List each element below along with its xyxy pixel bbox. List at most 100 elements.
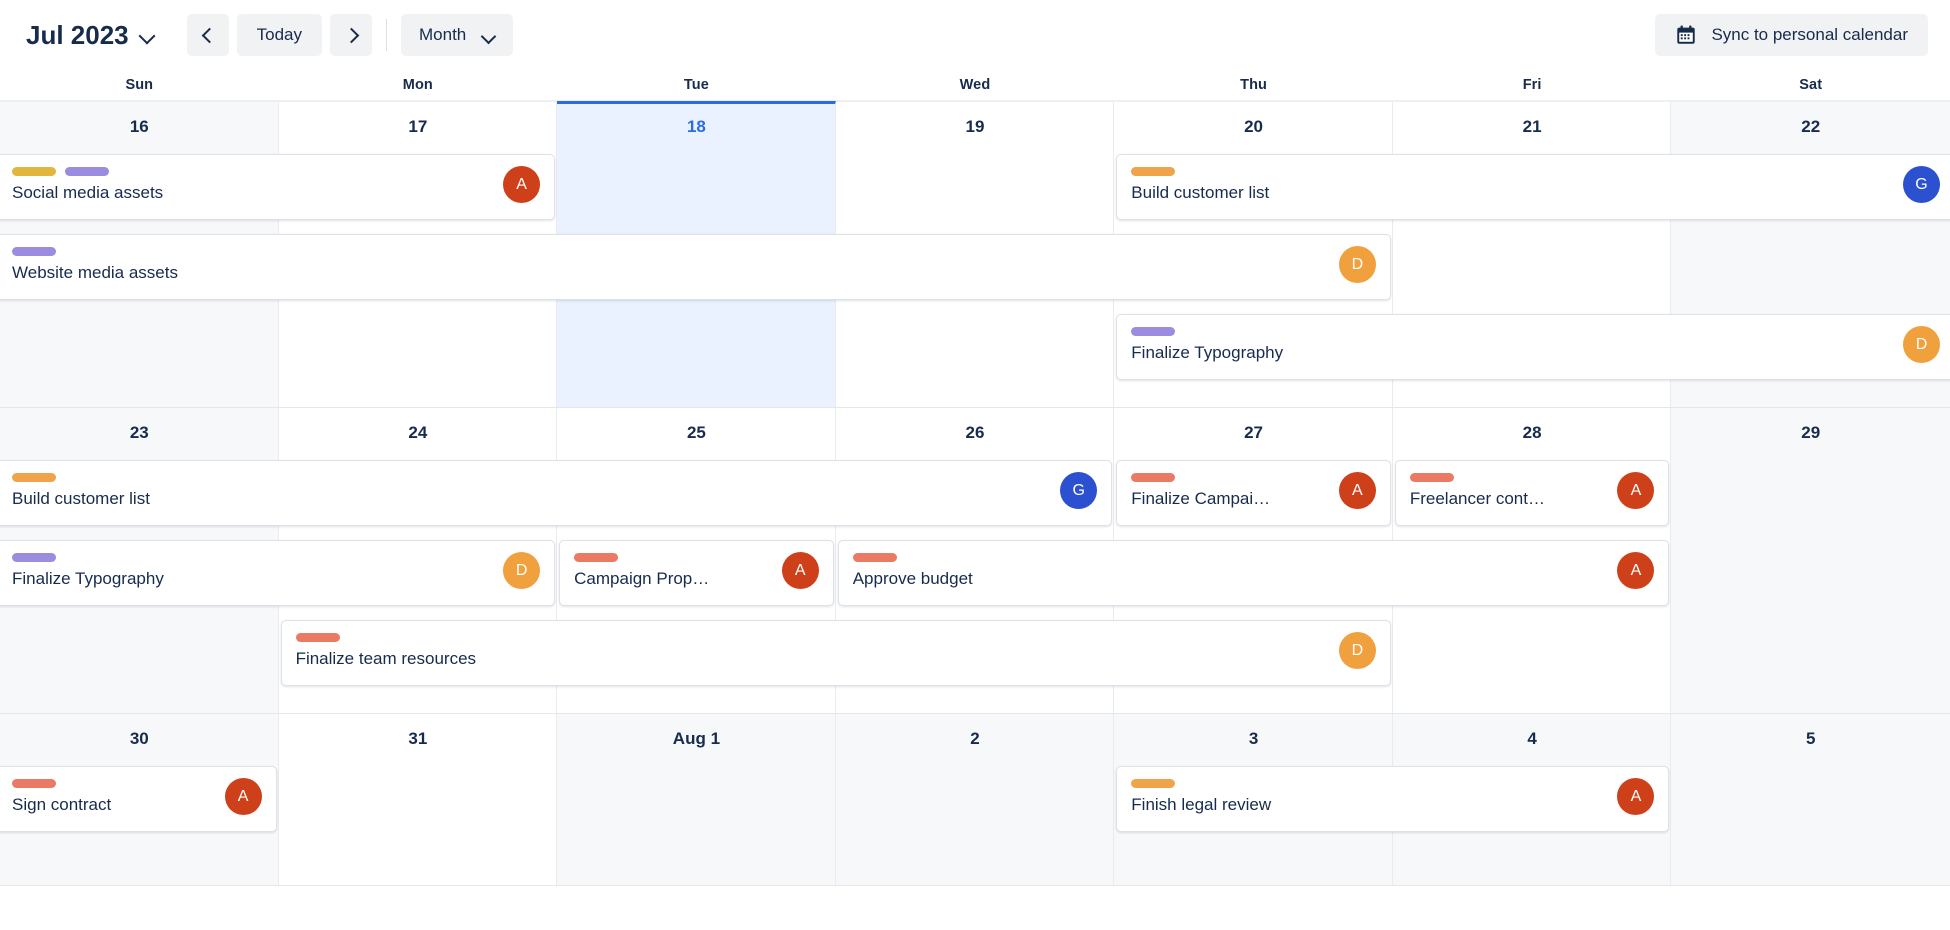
event-tag-list [1131, 327, 1893, 336]
event-tag-list [12, 779, 215, 788]
calendar-event[interactable]: Build customer list G [1116, 154, 1950, 220]
date-number[interactable]: 4 [1393, 714, 1672, 760]
next-period-button[interactable] [330, 14, 373, 56]
event-body: Finalize team resources [295, 633, 1329, 669]
today-button[interactable]: Today [236, 14, 323, 56]
date-number[interactable]: 26 [836, 408, 1115, 454]
event-tag-salmon [1409, 473, 1454, 482]
event-title: Campaign Prop… [574, 569, 710, 588]
avatar[interactable]: D [503, 552, 541, 589]
event-tag-salmon [852, 553, 897, 562]
event-tag-purple [1131, 327, 1176, 336]
calendar-week-row: 23 24 25 26 27 28 29 Build customer list G Finali… [0, 408, 1950, 714]
avatar[interactable]: A [503, 166, 541, 203]
calendar-week-row: 30 31 Aug 1 2 3 4 5 Sign contract A Finish legal … [0, 714, 1950, 886]
avatar[interactable]: G [1902, 166, 1940, 203]
date-number[interactable]: 29 [1671, 408, 1950, 454]
weekday-header-row: Sun Mon Tue Wed Thu Fri Sat [0, 70, 1950, 102]
event-body: Social media assets [12, 167, 493, 203]
month-picker[interactable]: Jul 2023 [24, 16, 157, 55]
date-number[interactable]: 18 [557, 102, 836, 148]
date-number[interactable]: 27 [1114, 408, 1393, 454]
date-number[interactable]: 16 [0, 102, 279, 148]
avatar[interactable]: D [1902, 326, 1940, 363]
event-lane: Finalize team resources D [0, 614, 1950, 694]
calendar-week-row: 16 17 18 19 20 21 22 Social media assets A Build … [0, 101, 1950, 408]
calendar-event[interactable]: Finalize Typography D [1116, 314, 1950, 380]
calendar-event[interactable]: Approve budget A [837, 540, 1670, 606]
event-title: Build customer list [12, 489, 150, 508]
chevron-down-icon [482, 29, 495, 42]
calendar-event[interactable]: Build customer list G [0, 460, 1113, 526]
date-number[interactable]: 25 [557, 408, 836, 454]
avatar[interactable]: A [224, 778, 262, 815]
avatar[interactable]: A [1617, 552, 1655, 589]
event-body: Approve budget [852, 553, 1608, 589]
event-body: Finalize Campai… [1131, 473, 1329, 509]
avatar[interactable]: A [1338, 472, 1376, 509]
date-number[interactable]: 24 [279, 408, 558, 454]
event-tag-purple [12, 247, 56, 256]
event-tag-list [574, 553, 772, 562]
calendar-event[interactable]: Campaign Prop… A [559, 540, 834, 606]
calendar-event[interactable]: Finalize Typography D [0, 540, 556, 606]
calendar-event[interactable]: Sign contract A [0, 766, 277, 832]
month-picker-label: Jul 2023 [26, 19, 129, 50]
date-number[interactable]: 23 [0, 408, 279, 454]
date-number[interactable]: 20 [1114, 102, 1393, 148]
weekday-label-mon: Mon [402, 77, 433, 93]
date-number[interactable]: 21 [1393, 102, 1672, 148]
avatar[interactable]: D [1338, 246, 1376, 283]
chevron-down-icon [140, 28, 155, 43]
event-title: Finalize team resources [295, 649, 477, 668]
date-number[interactable]: 5 [1671, 714, 1950, 760]
event-tag-list [12, 247, 1329, 256]
avatar[interactable]: A [781, 552, 819, 589]
calendar-event[interactable]: Finalize Campai… A [1116, 460, 1391, 526]
calendar-event[interactable]: Social media assets A [0, 154, 556, 220]
date-number[interactable]: 3 [1114, 714, 1393, 760]
weekday-label-wed: Wed [959, 77, 991, 93]
calendar-month-grid: 16 17 18 19 20 21 22 Social media assets A Build … [0, 101, 1950, 886]
event-tag-purple [65, 167, 109, 176]
date-number[interactable]: 30 [0, 714, 279, 760]
event-tag-salmon [574, 553, 619, 562]
event-layer: Social media assets A Build customer list G… [0, 148, 1950, 388]
avatar[interactable]: D [1338, 632, 1376, 669]
sync-to-personal-calendar-button[interactable]: Sync to personal calendar [1655, 14, 1928, 56]
event-layer: Sign contract A Finish legal review A [0, 760, 1950, 840]
event-title: Finalize Typography [12, 569, 164, 588]
date-number-row: 16 17 18 19 20 21 22 [0, 102, 1950, 148]
calendar-event[interactable]: Finish legal review A [1116, 766, 1670, 832]
previous-period-button[interactable] [186, 14, 229, 56]
date-number[interactable]: 19 [836, 102, 1115, 148]
avatar[interactable]: G [1060, 472, 1098, 509]
calendar-event[interactable]: Finalize team resources D [280, 620, 1391, 686]
date-number[interactable]: 28 [1393, 408, 1672, 454]
date-number[interactable]: 22 [1671, 102, 1950, 148]
event-tag-list [1131, 473, 1329, 482]
avatar[interactable]: A [1617, 472, 1655, 509]
event-tag-list [295, 633, 1329, 642]
view-mode-select[interactable]: Month [401, 14, 514, 56]
calendar-event[interactable]: Freelancer cont… A [1394, 460, 1670, 526]
event-title: Build customer list [1131, 183, 1270, 202]
date-number[interactable]: 31 [279, 714, 558, 760]
event-body: Freelancer cont… [1409, 473, 1608, 509]
chevron-right-icon [345, 29, 358, 42]
date-number-row: 30 31 Aug 12345 [0, 714, 1950, 760]
avatar[interactable]: A [1617, 778, 1655, 815]
event-body: Finalize Typography [1131, 327, 1893, 363]
date-number[interactable]: Aug 1 [557, 714, 836, 760]
date-number[interactable]: 2 [836, 714, 1115, 760]
navigation-group: Today [186, 14, 373, 56]
event-lane: Finalize Typography D [0, 308, 1950, 388]
event-layer: Build customer list G Finalize Campai… A Fre… [0, 454, 1950, 694]
event-title: Finalize Typography [1131, 343, 1284, 362]
calendar-toolbar: Jul 2023 Today Month Sync to personal ca… [0, 0, 1950, 70]
date-number-row: 23 24 25 26 27 28 29 [0, 408, 1950, 454]
event-body: Finalize Typography [12, 553, 493, 589]
event-tag-list [12, 167, 493, 176]
date-number[interactable]: 17 [279, 102, 558, 148]
calendar-event[interactable]: Website media assets D [0, 234, 1391, 300]
